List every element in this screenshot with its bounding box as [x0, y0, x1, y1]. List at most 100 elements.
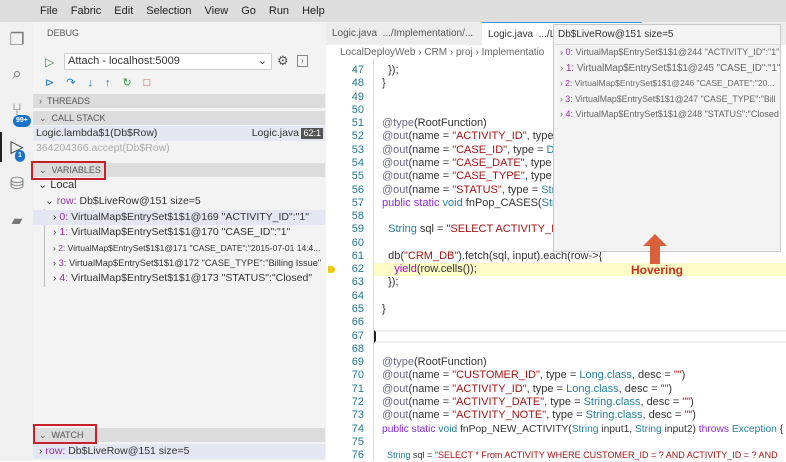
code-token: sql =	[413, 450, 435, 461]
monitor-icon[interactable]: ▰	[7, 210, 27, 230]
code-line[interactable]: @type(RootFunction)	[382, 117, 487, 130]
hovering-label: Hovering	[631, 263, 684, 277]
menu-item-fabric[interactable]: Fabric	[71, 5, 102, 17]
menu-item-help[interactable]: Help	[302, 5, 325, 17]
activity-bar: ❐ ⌕ ⑂ 99+ ▷ 1 ⛁ ▰	[0, 22, 33, 461]
code-token: public static	[382, 423, 439, 435]
code-token: @out	[382, 130, 409, 143]
variable-value: VirtualMap$EntrySet$1$1@171 "CASE_DATE":…	[67, 242, 321, 253]
menu-bar: File Fabric Edit Selection View Go Run Help	[0, 0, 786, 22]
line-number: 59	[351, 223, 364, 236]
code-token: String	[571, 423, 602, 435]
threads-section[interactable]: › THREADS	[33, 94, 325, 108]
line-number: 51	[351, 117, 364, 130]
frame-name: 364204366.accept(Db$Row)	[36, 142, 170, 154]
terminal-icon[interactable]: ›	[297, 55, 308, 67]
popup-item[interactable]: › 0: VirtualMap$EntrySet$1$1@244 "ACTIVI…	[554, 45, 780, 61]
popup-item[interactable]: › 3: VirtualMap$EntrySet$1$1@247 "CASE_T…	[554, 92, 780, 108]
line-number: 48	[351, 77, 364, 90]
popup-item[interactable]: › 2: VirtualMap$EntrySet$1$1@246 "CASE_D…	[554, 76, 780, 92]
code-line[interactable]: public static void fnPop_CASES(String i	[382, 197, 576, 210]
callstack-frame[interactable]: Logic.lambda$1(Db$Row) Logic.java 62:1	[33, 126, 325, 141]
popup-item[interactable]: › 4: VirtualMap$EntrySet$1$1@248 "STATUS…	[554, 107, 780, 123]
code-token: (name =	[408, 409, 453, 422]
code-line[interactable]: @out(name = "ACTIVITY_ID", type = Long.c…	[382, 383, 672, 396]
tab-label: Logic.java	[332, 28, 378, 39]
code-line[interactable]: @out(name = "CASE_ID", type = Double	[382, 144, 581, 157]
stop-icon[interactable]: □	[144, 77, 163, 89]
code-line[interactable]: });	[382, 64, 398, 77]
line-number: 54	[351, 156, 364, 169]
code-token: , type =	[507, 143, 547, 156]
menu-item-run[interactable]: Run	[269, 5, 289, 17]
code-line[interactable]: });	[382, 276, 398, 289]
continue-icon[interactable]: ⊳	[45, 77, 66, 89]
callstack-frame[interactable]: 364204366.accept(Db$Row)	[33, 141, 325, 156]
line-number: 49	[351, 90, 364, 103]
menu-item-file[interactable]: File	[40, 5, 58, 17]
explorer-icon[interactable]: ❐	[7, 30, 27, 50]
popup-item[interactable]: › 1: VirtualMap$EntrySet$1$1@245 "CASE_I…	[554, 61, 780, 77]
code-line[interactable]: @type(RootFunction)	[382, 356, 487, 369]
popup-item-key: 3:	[565, 93, 573, 104]
code-token: @out	[382, 396, 409, 408]
code-line[interactable]: public static void fnPop_NEW_ACTIVITY(St…	[382, 423, 783, 436]
callstack-section[interactable]: ⌄ CALL STACK	[33, 111, 325, 125]
code-token: }	[382, 303, 386, 316]
menu-item-selection[interactable]: Selection	[146, 5, 191, 17]
scope-local[interactable]: ⌄ Local	[33, 178, 325, 193]
frame-position-badge: 62:1	[301, 128, 323, 139]
variable-child[interactable]: › 2: VirtualMap$EntrySet$1$1@171 "CASE_D…	[33, 241, 325, 256]
code-token: , type =	[546, 409, 586, 422]
code-line[interactable]: @out(name = "ACTIVITY_NOTE", type = Stri…	[382, 409, 696, 422]
menu-item-view[interactable]: View	[205, 5, 229, 17]
arrow-up-icon	[643, 234, 667, 264]
line-number: 71	[351, 382, 364, 395]
variable-key: 2:	[58, 242, 66, 253]
code-token: String.class	[583, 396, 641, 408]
step-out-icon[interactable]: ↑	[105, 77, 123, 89]
menu-item-edit[interactable]: Edit	[114, 5, 133, 17]
code-line[interactable]: String sql = "SELECT * From ACTIVITY WHE…	[382, 449, 778, 462]
line-number: 72	[351, 396, 364, 408]
code-line[interactable]: @out(name = "ACTIVITY_DATE", type = Stri…	[382, 396, 694, 409]
frame-file: Logic.java	[251, 127, 299, 139]
breadcrumb-item[interactable]: Implementatio	[482, 47, 545, 58]
code-line[interactable]: @out(name = "STATUS", type = String.c	[382, 184, 579, 197]
step-over-icon[interactable]: ↷	[66, 77, 87, 89]
variable-name: row:	[56, 195, 77, 207]
frame-name: Logic.lambda$1(Db$Row)	[36, 127, 158, 139]
variable-child[interactable]: › 4: VirtualMap$EntrySet$1$1@173 "STATUS…	[33, 271, 325, 286]
code-line[interactable]: }	[382, 303, 386, 316]
variable-value: Db$LiveRow@151 size=5	[79, 195, 201, 207]
debug-config-select[interactable]: Attach - localhost:5009 ⌄	[64, 53, 272, 70]
code-token: , type =	[501, 183, 542, 196]
variable-child[interactable]: › 3: VirtualMap$EntrySet$1$1@172 "CASE_T…	[33, 256, 325, 271]
start-debug-icon[interactable]: ▷	[45, 55, 54, 69]
tab-path: .../Implementation/...	[382, 28, 474, 39]
search-icon[interactable]: ⌕	[7, 64, 27, 84]
breadcrumb-item[interactable]: LocalDeployWeb	[340, 47, 415, 58]
breadcrumb-item[interactable]: CRM	[424, 47, 447, 58]
step-into-icon[interactable]: ↓	[87, 77, 105, 89]
variable-row[interactable]: ⌄ row: Db$LiveRow@151 size=5	[33, 194, 325, 209]
gear-icon[interactable]: ⚙	[277, 53, 289, 69]
breadcrumb: LocalDeployWeb › CRM › proj › Implementa…	[340, 47, 545, 58]
line-number: 58	[351, 210, 364, 223]
variable-child[interactable]: › 0: VirtualMap$EntrySet$1$1@169 "ACTIVI…	[33, 210, 325, 225]
watch-item[interactable]: › row: Db$LiveRow@151 size=5	[33, 444, 325, 459]
code-token: "STATUS"	[452, 183, 502, 196]
line-number: 62	[351, 263, 364, 276]
menu-item-go[interactable]: Go	[241, 5, 256, 17]
code-line[interactable]: yield(row.cells());	[382, 263, 477, 276]
sidebar-title: DEBUG	[47, 28, 80, 38]
code-line[interactable]: }	[382, 77, 386, 90]
tab-logic-java-1[interactable]: Logic.java .../Implementation/...	[326, 22, 482, 45]
breadcrumb-item[interactable]: proj	[456, 47, 473, 58]
variable-child[interactable]: › 1: VirtualMap$EntrySet$1$1@170 "CASE_I…	[33, 225, 325, 240]
restart-icon[interactable]: ↻	[122, 77, 143, 89]
database-icon[interactable]: ⛁	[7, 174, 27, 194]
scm-badge: 99+	[13, 115, 31, 127]
variable-value: VirtualMap$EntrySet$1$1@169 "ACTIVITY_ID…	[71, 211, 309, 223]
code-line[interactable]: @out(name = "CUSTOMER_ID", type = Long.c…	[382, 369, 685, 382]
